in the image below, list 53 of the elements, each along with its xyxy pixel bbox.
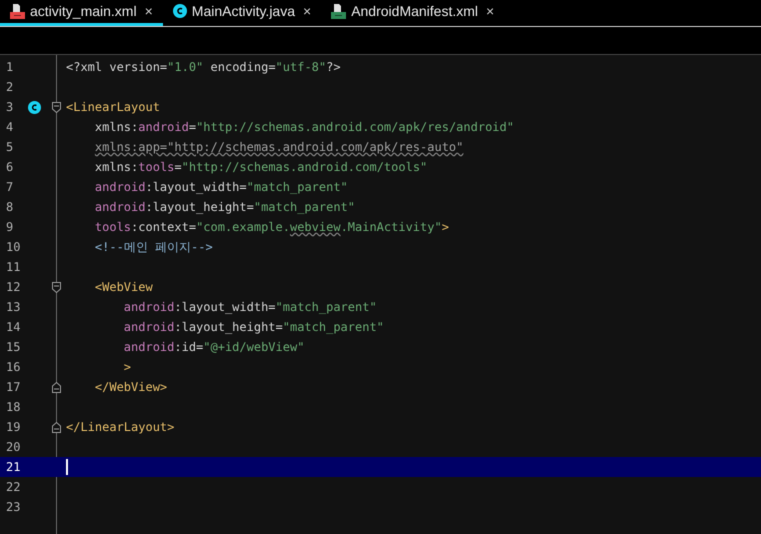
code-line: tools:context="com.example.webview.MainActivity"> xyxy=(94,219,449,236)
line-number: 23 xyxy=(6,500,20,514)
line-number: 22 xyxy=(6,480,20,494)
class-icon[interactable] xyxy=(172,4,187,18)
line-number: 12 xyxy=(6,280,20,294)
line-number: 18 xyxy=(6,400,20,414)
line-number: 14 xyxy=(6,320,20,334)
line-number: 1 xyxy=(6,60,14,74)
file-icon xyxy=(331,4,346,18)
code-line: <WebView xyxy=(94,279,153,296)
code-line: android:id="@+id/webView" xyxy=(122,339,304,356)
line-number: 20 xyxy=(6,440,20,454)
close-icon[interactable]: × xyxy=(303,0,312,22)
close-icon[interactable]: × xyxy=(486,0,494,22)
line-number: 9 xyxy=(6,220,14,234)
file-icon xyxy=(10,4,25,18)
line-number: 3 xyxy=(6,100,14,114)
line-number: 21 xyxy=(6,460,20,474)
code-line: <?xml version="1.0" encoding="utf-8"?> xyxy=(66,59,341,76)
code-line: <!--메인 페이지--> xyxy=(94,239,213,256)
code-line: xmlns:app="http://schemas.android.com/apk/res-auto" xyxy=(94,139,464,156)
code-line: android:layout_height="match_parent" xyxy=(122,319,384,336)
line-number: 13 xyxy=(6,300,20,314)
code-line: android:layout_width="match_parent" xyxy=(94,179,348,196)
code-line: <LinearLayout xyxy=(66,99,160,116)
line-number: 10 xyxy=(6,240,20,254)
class-marker-icon[interactable] xyxy=(28,100,41,114)
line-number: 8 xyxy=(6,200,14,214)
line-number: 11 xyxy=(6,260,20,274)
editor-tab[interactable]: AndroidManifest.xml × xyxy=(321,0,504,26)
code-line: android:layout_height="match_parent" xyxy=(94,199,356,216)
close-icon[interactable]: × xyxy=(144,0,153,22)
line-number: 16 xyxy=(6,360,20,374)
fold-icon[interactable] xyxy=(52,282,60,292)
text-cursor xyxy=(66,459,68,475)
code-line: android:layout_width="match_parent" xyxy=(122,299,377,316)
fold-end-icon[interactable] xyxy=(52,382,60,392)
code-line: </WebView> xyxy=(94,379,168,396)
line-number: 17 xyxy=(6,380,20,394)
line-number: 2 xyxy=(6,80,14,94)
line-number: 19 xyxy=(6,420,20,434)
code-line: xmlns:tools="http://schemas.android.com/tools" xyxy=(94,159,428,176)
code-line: > xyxy=(122,359,132,376)
line-number: 5 xyxy=(6,140,14,154)
editor-tab[interactable]: MainActivity.java × xyxy=(162,0,322,26)
line-number: 6 xyxy=(6,160,14,174)
line-number: 4 xyxy=(6,120,14,134)
line-number: 15 xyxy=(6,340,20,354)
code-line: xmlns:android="http://schemas.android.com/apk/res/android" xyxy=(94,119,514,136)
fold-end-icon[interactable] xyxy=(52,422,60,432)
fold-icon[interactable] xyxy=(52,102,60,112)
code-line: </LinearLayout> xyxy=(66,419,174,436)
line-number: 7 xyxy=(6,180,14,194)
